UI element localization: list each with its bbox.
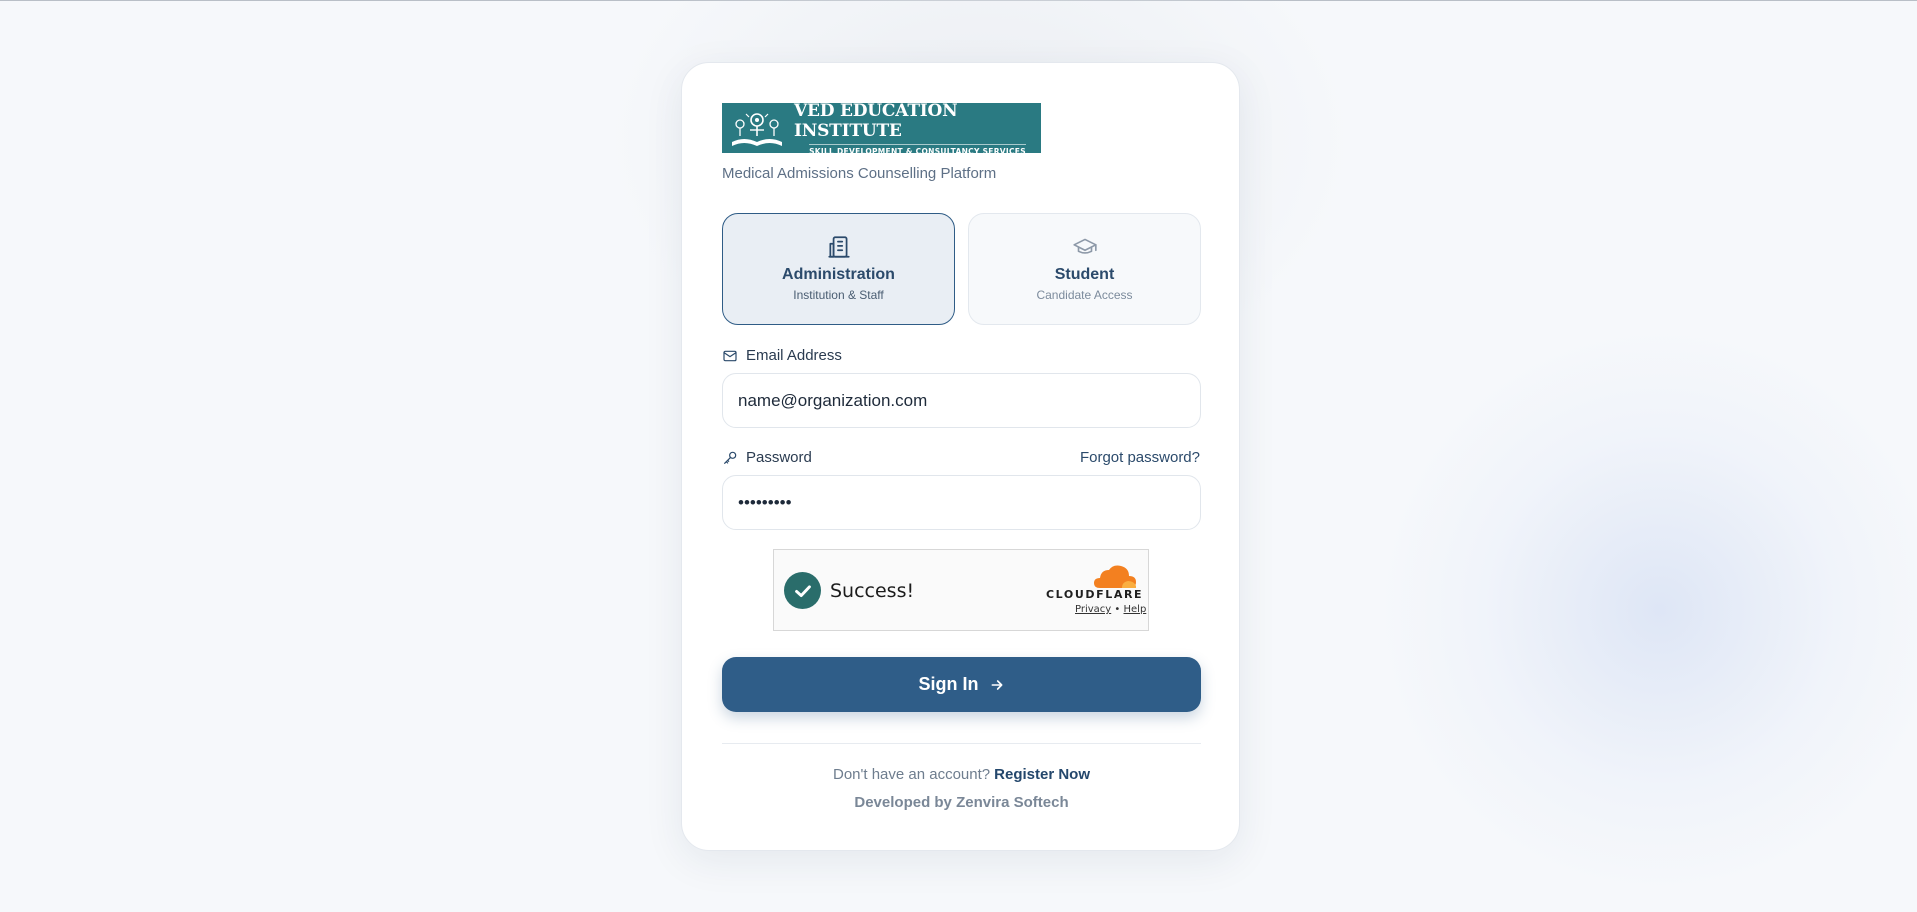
email-label: Email Address [722, 347, 842, 364]
key-icon [724, 451, 737, 464]
email-label-text: Email Address [746, 347, 842, 364]
captcha-status: Success! [830, 580, 915, 602]
developer-credit: Developed by Zenvira Softech [854, 794, 1069, 811]
role-title: Student [1054, 266, 1115, 283]
footer-divider [722, 743, 1201, 744]
cloudflare-cloud-icon [1094, 565, 1136, 588]
password-label: Password [722, 449, 812, 466]
role-title: Administration [782, 266, 895, 283]
forgot-password-link[interactable]: Forgot password? [1080, 449, 1200, 466]
register-prompt: Don't have an account? Register Now [682, 766, 1241, 783]
sign-in-label: Sign In [918, 674, 979, 694]
role-subtitle: Institution & Staff [793, 288, 884, 302]
brand-logo: VED EDUCATION INSTITUTE SKILL DEVELOPMEN… [722, 101, 1041, 156]
graduation-cap-icon [1072, 238, 1097, 254]
background-glow [1380, 330, 1917, 890]
captcha-link-separator: • [1114, 604, 1121, 615]
password-label-text: Password [746, 449, 812, 466]
login-card: VED EDUCATION INSTITUTE SKILL DEVELOPMEN… [681, 62, 1240, 851]
captcha-help-link[interactable]: Help [1124, 604, 1147, 615]
register-prompt-text: Don't have an account? [832, 766, 991, 783]
register-now-link[interactable]: Register Now [994, 766, 1090, 783]
role-option-student[interactable]: Student Candidate Access [968, 213, 1201, 325]
cloudflare-wordmark: CLOUDFLARE [1046, 588, 1144, 601]
captcha-privacy-link[interactable]: Privacy [1075, 604, 1111, 615]
mail-icon [723, 350, 737, 361]
logo-subtitle: SKILL DEVELOPMENT & CONSULTANCY SERVICES [809, 143, 1026, 156]
email-input[interactable] [722, 373, 1201, 428]
checkmark-icon [794, 584, 811, 597]
education-logo-icon [732, 113, 782, 146]
captcha-success-badge [784, 572, 821, 609]
logo-title: VED EDUCATION INSTITUTE [794, 100, 958, 141]
logo-text: VED EDUCATION INSTITUTE SKILL DEVELOPMEN… [794, 101, 1041, 156]
platform-tagline: Medical Admissions Counselling Platform [722, 165, 997, 182]
building-icon [827, 236, 850, 258]
password-input[interactable] [722, 475, 1201, 530]
cloudflare-captcha-widget[interactable]: Success! CLOUDFLARE Privacy • Help [773, 549, 1149, 631]
captcha-links: Privacy • Help [1075, 604, 1146, 615]
role-option-administration[interactable]: Administration Institution & Staff [722, 213, 955, 325]
sign-in-button[interactable]: Sign In [722, 657, 1201, 712]
arrow-right-icon [991, 679, 1002, 690]
role-subtitle: Candidate Access [1036, 288, 1133, 302]
